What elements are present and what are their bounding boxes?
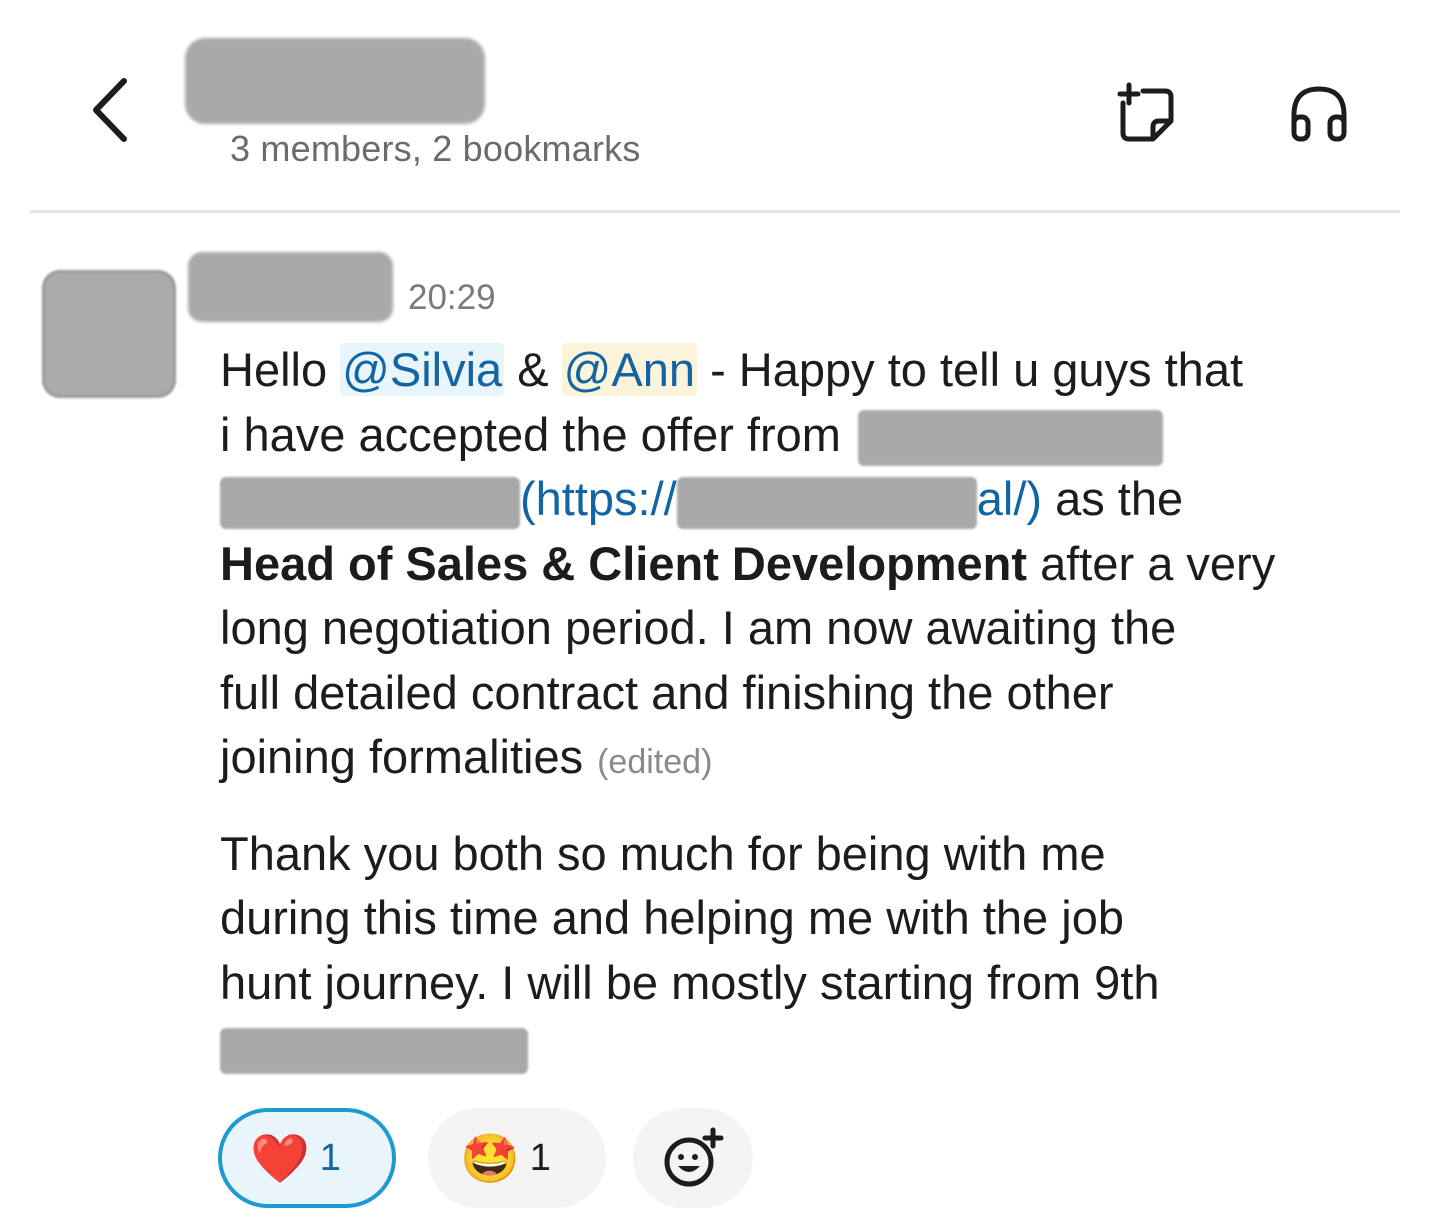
avatar[interactable] [42, 270, 176, 398]
job-title: Head of Sales & Client Development [220, 536, 1028, 590]
url-redacted [676, 476, 977, 529]
canvas-add-icon [1117, 82, 1174, 142]
company-name-redacted [220, 476, 520, 529]
back-button[interactable] [80, 70, 140, 150]
message-line: long negotiation period. I am now awaiti… [220, 601, 1177, 654]
company-link-end[interactable]: al/) [977, 472, 1042, 525]
message-line: joining formalities (edited) [220, 725, 1390, 790]
message-line: full detailed contract and finishing the… [220, 665, 1114, 719]
add-reaction-button[interactable] [633, 1108, 753, 1208]
message-text: - Happy to tell u guys that [697, 343, 1244, 396]
mention-silvia[interactable]: @Silvia [340, 343, 505, 396]
message-line: Hello @Silvia & @Ann - Happy to tell u g… [220, 338, 1390, 403]
message-line: Head of Sales & Client Development after… [220, 532, 1390, 597]
message-text: after a very [1027, 536, 1276, 590]
message-line: during this time and helping me with the… [220, 891, 1124, 944]
headphones-icon [1291, 86, 1347, 142]
message-text: & [504, 343, 562, 396]
message-line: Thank you both so much for being with me [220, 826, 1106, 880]
message-text: as the [1042, 472, 1184, 525]
heart-emoji-icon: ❤️ [250, 1132, 310, 1186]
channel-header: 3 members, 2 bookmarks [0, 0, 1429, 220]
reaction-count: 1 [529, 1136, 551, 1179]
edited-label: (edited) [597, 743, 713, 781]
message-text: i have accepted the offer from [220, 407, 841, 461]
channel-subtitle[interactable]: 3 members, 2 bookmarks [230, 128, 641, 170]
message-paragraph: Thank you both so much for being with me… [220, 822, 1390, 1080]
chevron-left-icon [93, 78, 127, 142]
star-struck-emoji-icon: 🤩 [460, 1132, 520, 1186]
reaction-count: 1 [319, 1136, 341, 1179]
message-body: Hello @Silvia & @Ann - Happy to tell u g… [220, 338, 1390, 1080]
message-line: T (https://al/) as the [220, 467, 1390, 532]
message-line [220, 1015, 1390, 1080]
message-text: joining formalities [220, 730, 584, 783]
header-divider [30, 210, 1400, 213]
huddle-button[interactable] [1283, 78, 1355, 150]
date-redacted [220, 1027, 528, 1074]
mention-ann[interactable]: @Ann [561, 343, 698, 396]
reaction-heart[interactable]: ❤️ 1 [218, 1108, 396, 1208]
reaction-star-struck[interactable]: 🤩 1 [428, 1108, 606, 1208]
message-text: Hello [220, 343, 341, 396]
channel-name-redacted [185, 38, 485, 124]
message-timestamp[interactable]: 20:29 [408, 278, 496, 318]
message-line: hunt journey. I will be mostly starting … [220, 955, 1160, 1009]
author-name-redacted [188, 252, 393, 322]
canvas-button[interactable] [1110, 78, 1182, 150]
add-emoji-icon [664, 1127, 724, 1187]
message-line: i have accepted the offer from [220, 403, 1390, 468]
company-link[interactable]: (https:// [520, 472, 677, 525]
company-name-redacted [858, 410, 1163, 467]
